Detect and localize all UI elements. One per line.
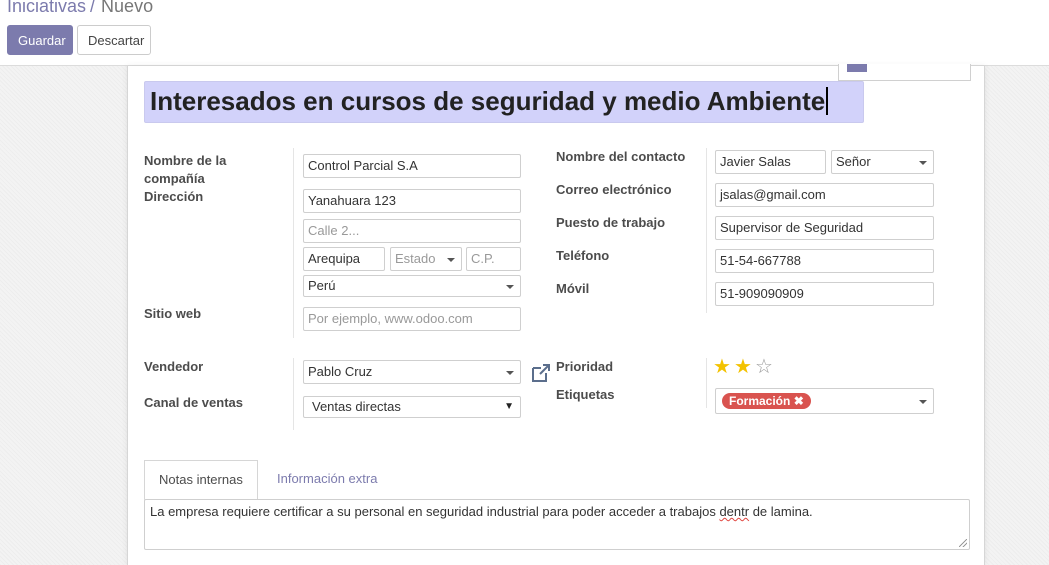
phone-field[interactable]: 51-54-667788 (715, 249, 934, 273)
chevron-down-icon (506, 285, 514, 289)
breadcrumb-separator: / (90, 0, 96, 16)
internal-notes-textarea[interactable]: La empresa requiere certificar a su pers… (144, 499, 970, 550)
discard-button[interactable]: Descartar (77, 25, 151, 55)
star-icon[interactable]: ☆ (755, 356, 773, 378)
country-value: Perú (308, 278, 336, 293)
tags-field[interactable]: Formación ✖ (715, 388, 934, 414)
lead-title-text: Interesados en cursos de seguridad y med… (150, 86, 826, 116)
address-label: Dirección (144, 189, 204, 204)
title-select[interactable]: Señor (831, 150, 934, 174)
form-sheet: Interesados en cursos de seguridad y med… (127, 64, 985, 565)
star-icon[interactable]: ★ (734, 356, 752, 378)
save-button[interactable]: Guardar (7, 25, 73, 55)
salesperson-value: Pablo Cruz (308, 364, 373, 379)
notes-text-end: de lamina. (749, 504, 813, 519)
button-box[interactable] (838, 64, 971, 81)
dropdown-arrow-icon: ▼ (504, 401, 514, 412)
button-box-indicator (847, 64, 867, 72)
tag-remove-icon[interactable]: ✖ (794, 394, 804, 408)
star-icon[interactable]: ★ (713, 356, 731, 378)
website-label: Sitio web (144, 306, 202, 321)
country-select[interactable]: Perú (303, 275, 521, 297)
divider (293, 358, 294, 430)
title-value: Señor (836, 154, 871, 169)
job-field[interactable]: Supervisor de Seguridad (715, 216, 934, 240)
email-label: Correo electrónico (556, 182, 672, 197)
control-panel: Iniciativas / Nuevo Guardar Descartar (0, 0, 1049, 66)
chevron-down-icon (919, 161, 927, 165)
breadcrumb-current: Nuevo (101, 0, 154, 16)
lead-title-input[interactable]: Interesados en cursos de seguridad y med… (144, 81, 864, 123)
resize-handle[interactable] (959, 539, 967, 547)
notebook-tabs: Notas internas Información extra (144, 460, 970, 500)
chevron-down-icon (506, 371, 514, 375)
priority-label: Prioridad (556, 359, 614, 374)
tags-label: Etiquetas (556, 387, 615, 402)
breadcrumb: Iniciativas / Nuevo (7, 0, 153, 17)
street-field[interactable]: Yanahuara 123 (303, 189, 521, 213)
state-select[interactable]: Estado (390, 247, 462, 271)
company-field[interactable]: Control Parcial S.A (303, 154, 521, 178)
salesperson-select[interactable]: Pablo Cruz (303, 360, 521, 384)
street2-field[interactable]: Calle 2... (303, 219, 521, 243)
mobile-field[interactable]: 51-909090909 (715, 282, 934, 306)
tab-internal-notes[interactable]: Notas internas (144, 460, 258, 500)
company-label: Nombre de la compañía (144, 153, 227, 186)
breadcrumb-parent-link[interactable]: Iniciativas (7, 0, 86, 16)
zip-field[interactable]: C.P. (466, 247, 521, 271)
contact-name-field[interactable]: Javier Salas (715, 150, 826, 174)
tag-badge: Formación ✖ (722, 393, 811, 409)
divider (706, 148, 707, 313)
website-field[interactable]: Por ejemplo, www.odoo.com (303, 307, 521, 331)
chevron-down-icon (919, 400, 927, 404)
mobile-label: Móvil (556, 281, 590, 296)
email-field[interactable]: jsalas@gmail.com (715, 183, 934, 207)
sales-channel-value: Ventas directas (312, 399, 401, 414)
divider (293, 148, 294, 338)
phone-label: Teléfono (556, 248, 610, 263)
misspelled-word: dentr (719, 504, 750, 519)
chevron-down-icon (447, 258, 455, 262)
sales-channel-label: Canal de ventas (144, 395, 243, 410)
state-placeholder: Estado (395, 251, 436, 266)
text-cursor (826, 87, 829, 115)
salesperson-label: Vendedor (144, 359, 204, 374)
tag-label: Formación (729, 394, 791, 408)
contact-name-label: Nombre del contacto (556, 149, 686, 164)
notes-text-start: La empresa requiere certificar a su pers… (150, 504, 720, 519)
external-link-icon[interactable] (530, 362, 552, 384)
tab-extra-info[interactable]: Información extra (263, 460, 391, 500)
city-field[interactable]: Arequipa (303, 247, 385, 271)
sales-channel-select[interactable]: Ventas directas ▼ (303, 396, 521, 418)
divider (706, 358, 707, 408)
job-label: Puesto de trabajo (556, 215, 666, 230)
